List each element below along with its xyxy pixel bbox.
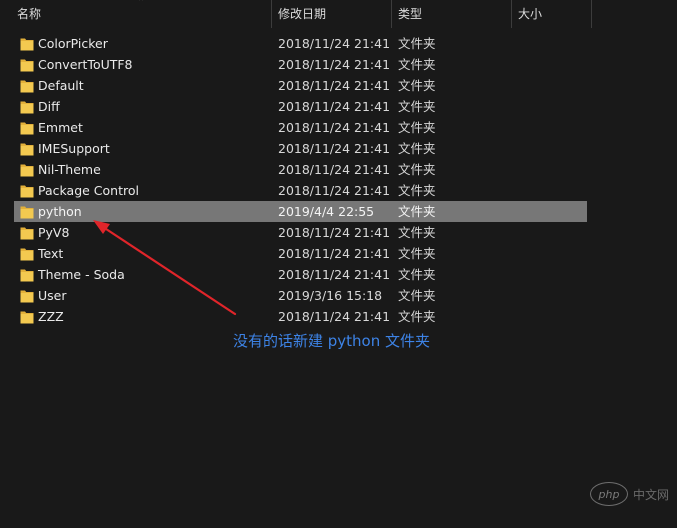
file-row[interactable]: Default 2018/11/24 21:41 文件夹 [14,75,587,96]
file-name: python [38,204,82,219]
file-type: 文件夹 [398,183,436,198]
file-type: 文件夹 [398,78,436,93]
file-name: PyV8 [38,225,70,240]
file-row[interactable]: Diff 2018/11/24 21:41 文件夹 [14,96,587,117]
file-name: Package Control [38,183,139,198]
file-modified-date: 2018/11/24 21:41 [278,78,391,93]
folder-icon [20,288,34,303]
file-name: User [38,288,67,303]
file-type: 文件夹 [398,36,436,51]
file-name: Text [38,246,64,261]
file-row[interactable]: Text 2018/11/24 21:41 文件夹 [14,243,587,264]
folder-icon [20,204,34,219]
file-explorer-view: ⌃ 名称 修改日期 类型 大小 ColorPicker 2018/11/24 21… [0,0,677,528]
column-header-size[interactable]: 大小 [512,0,592,28]
file-row[interactable]: IMESupport 2018/11/24 21:41 文件夹 [14,138,587,159]
file-type: 文件夹 [398,141,436,156]
file-modified-date: 2018/11/24 21:41 [278,225,391,240]
file-row[interactable]: python 2019/4/4 22:55 文件夹 [14,201,587,222]
folder-icon [20,36,34,51]
folder-icon [20,99,34,114]
annotation-text: 没有的话新建 python 文件夹 [233,332,431,350]
file-type: 文件夹 [398,57,436,72]
file-modified-date: 2019/3/16 15:18 [278,288,383,303]
file-name: Default [38,78,84,93]
file-modified-date: 2018/11/24 21:41 [278,141,391,156]
file-name: ColorPicker [38,36,108,51]
file-type: 文件夹 [398,309,436,324]
file-name: Theme - Soda [38,267,125,282]
column-header-date[interactable]: 修改日期 [272,0,392,28]
file-modified-date: 2018/11/24 21:41 [278,162,391,177]
folder-icon [20,225,34,240]
folder-icon [20,267,34,282]
file-name: Nil-Theme [38,162,101,177]
file-type: 文件夹 [398,99,436,114]
watermark-text: 中文网 [632,487,669,502]
file-row[interactable]: Package Control 2018/11/24 21:41 文件夹 [14,180,587,201]
file-modified-date: 2018/11/24 21:41 [278,267,391,282]
file-modified-date: 2018/11/24 21:41 [278,183,391,198]
file-name: ZZZ [38,309,64,324]
column-header-name[interactable]: 名称 [11,0,272,28]
folder-icon [20,141,34,156]
folder-icon [20,309,34,324]
column-header: ⌃ 名称 修改日期 类型 大小 [0,0,677,28]
file-row[interactable]: ConvertToUTF8 2018/11/24 21:41 文件夹 [14,54,587,75]
folder-icon [20,120,34,135]
file-modified-date: 2018/11/24 21:41 [278,36,391,51]
file-type: 文件夹 [398,120,436,135]
file-row[interactable]: User 2019/3/16 15:18 文件夹 [14,285,587,306]
file-type: 文件夹 [398,288,436,303]
file-name: Emmet [38,120,83,135]
file-name: ConvertToUTF8 [38,57,133,72]
file-modified-date: 2018/11/24 21:41 [278,99,391,114]
file-type: 文件夹 [398,162,436,177]
folder-icon [20,162,34,177]
file-type: 文件夹 [398,246,436,261]
php-logo: php [589,482,628,506]
file-row[interactable]: Nil-Theme 2018/11/24 21:41 文件夹 [14,159,587,180]
file-row[interactable]: ColorPicker 2018/11/24 21:41 文件夹 [14,33,587,54]
file-row[interactable]: Emmet 2018/11/24 21:41 文件夹 [14,117,587,138]
folder-icon [20,78,34,93]
file-modified-date: 2018/11/24 21:41 [278,309,391,324]
file-modified-date: 2018/11/24 21:41 [278,120,391,135]
file-modified-date: 2018/11/24 21:41 [278,57,391,72]
file-row[interactable]: ZZZ 2018/11/24 21:41 文件夹 [14,306,587,327]
file-row[interactable]: PyV8 2018/11/24 21:41 文件夹 [14,222,587,243]
file-name: Diff [38,99,60,114]
file-modified-date: 2019/4/4 22:55 [278,204,375,219]
file-type: 文件夹 [398,225,436,240]
folder-icon [20,57,34,72]
folder-icon [20,183,34,198]
file-name: IMESupport [38,141,110,156]
folder-icon [20,246,34,261]
file-row[interactable]: Theme - Soda 2018/11/24 21:41 文件夹 [14,264,587,285]
column-header-type[interactable]: 类型 [392,0,512,28]
file-modified-date: 2018/11/24 21:41 [278,246,391,261]
file-type: 文件夹 [398,267,436,282]
file-type: 文件夹 [398,204,436,219]
watermark-logo: php 中文网 [589,482,669,506]
